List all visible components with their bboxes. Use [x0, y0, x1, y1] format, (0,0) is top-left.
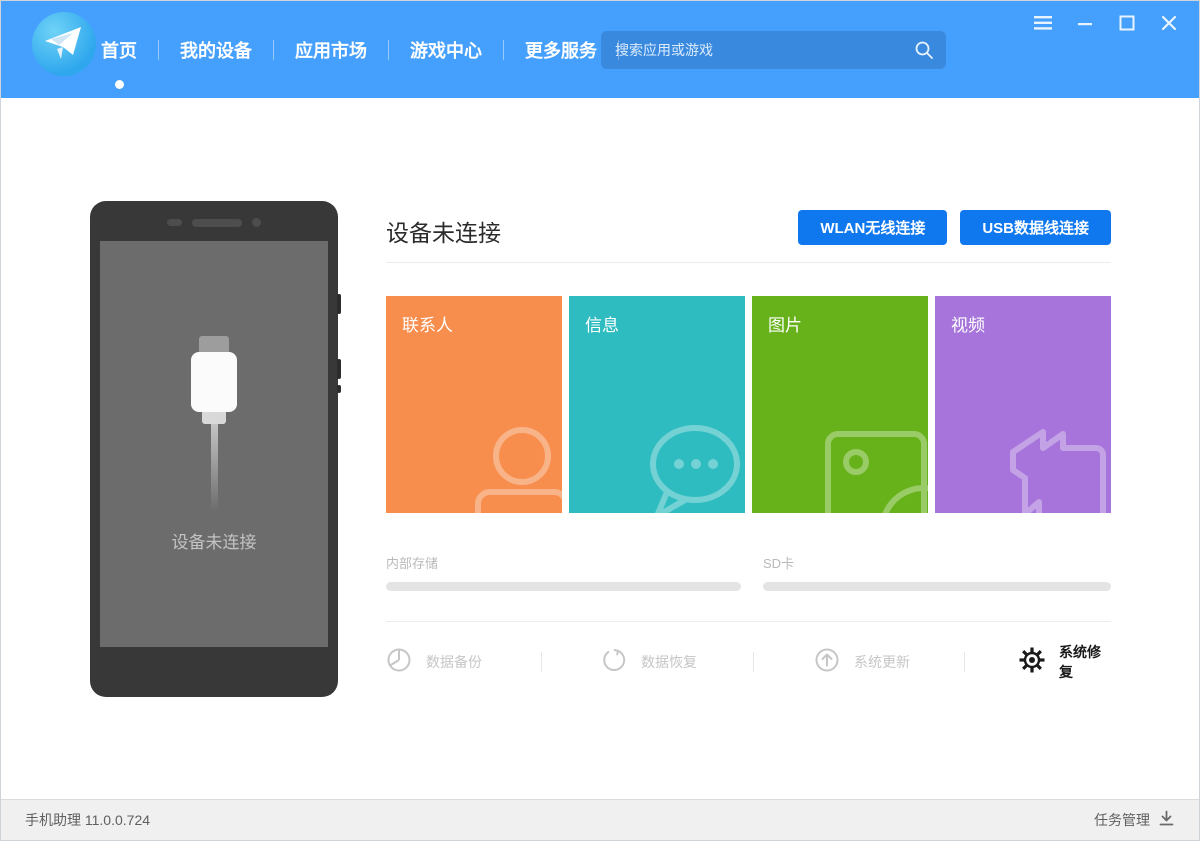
- pictures-icon: [818, 420, 928, 513]
- phone-sensor: [252, 218, 261, 227]
- messages-icon: [633, 418, 745, 513]
- app-logo[interactable]: [32, 12, 96, 76]
- action-separator: [753, 652, 754, 672]
- action-separator: [964, 652, 965, 672]
- nav-label: 首页: [101, 40, 137, 61]
- videos-icon: [999, 418, 1111, 513]
- search-icon[interactable]: [914, 40, 934, 60]
- task-manager-button[interactable]: 任务管理: [1094, 810, 1175, 830]
- main-nav: 首页 我的设备 应用市场 游戏中心 更多服务: [101, 1, 619, 98]
- phone-camera: [167, 219, 182, 226]
- system-update-action[interactable]: 系统更新: [814, 638, 910, 686]
- sd-card-bar: [763, 582, 1111, 591]
- phone-volume-button: [337, 294, 341, 314]
- phone-illustration: 设备未连接: [90, 201, 341, 697]
- search-box: [601, 31, 946, 69]
- action-label: 系统更新: [854, 654, 910, 670]
- menu-icon[interactable]: [1033, 13, 1053, 33]
- nav-label: 更多服务: [525, 40, 597, 61]
- wlan-connect-button[interactable]: WLAN无线连接: [798, 210, 948, 245]
- phone-side-key: [337, 385, 341, 393]
- phone-screen: 设备未连接: [100, 241, 328, 647]
- app-version-text: 手机助理 11.0.0.724: [25, 812, 151, 828]
- usb-connect-button[interactable]: USB数据线连接: [960, 210, 1111, 245]
- phone-power-button: [337, 359, 341, 379]
- connection-status-title: 设备未连接: [386, 220, 501, 246]
- action-label: 系统修复: [1059, 644, 1101, 680]
- tile-label: 图片: [768, 316, 802, 335]
- data-restore-action[interactable]: 数据恢复: [601, 638, 697, 686]
- maximize-icon[interactable]: [1117, 13, 1137, 33]
- repair-gear-icon: [1019, 647, 1045, 678]
- nav-item-home[interactable]: 首页: [101, 37, 158, 89]
- tile-label: 信息: [585, 316, 619, 335]
- phone-bezel: [90, 218, 338, 227]
- action-separator: [541, 652, 542, 672]
- system-repair-action[interactable]: 系统修复: [1019, 638, 1111, 686]
- app-header: 首页 我的设备 应用市场 游戏中心 更多服务: [1, 1, 1199, 98]
- minimize-icon[interactable]: [1075, 13, 1095, 33]
- close-icon[interactable]: [1159, 13, 1179, 33]
- active-nav-dot: [115, 79, 124, 89]
- data-backup-action[interactable]: 数据备份: [386, 638, 482, 686]
- action-label: 数据恢复: [641, 654, 697, 670]
- app-window: 首页 我的设备 应用市场 游戏中心 更多服务 搜索应用或游戏 设备未连接 设备未…: [0, 0, 1200, 841]
- phone-speaker: [192, 218, 242, 227]
- window-controls: [1033, 13, 1179, 33]
- tile-label: 联系人: [402, 316, 453, 335]
- main-content: 设备未连接 设备未连接 WLAN无线连接 USB数据线连接 联系人 信息 图片 …: [1, 98, 1199, 801]
- nav-item-my-device[interactable]: 我的设备: [159, 37, 273, 63]
- system-update-icon: [814, 647, 840, 678]
- restore-icon: [601, 647, 627, 678]
- tile-label: 视频: [951, 316, 985, 335]
- action-label: 数据备份: [426, 654, 482, 670]
- search-input[interactable]: [601, 31, 914, 69]
- divider: [386, 621, 1111, 622]
- tool-actions: 数据备份 数据恢复 系统更新 系统修复: [386, 638, 1111, 686]
- internal-storage-label: 内部存储: [386, 556, 439, 571]
- tile-messages[interactable]: 信息: [569, 296, 745, 513]
- nav-label: 我的设备: [180, 40, 252, 61]
- task-manager-label: 任务管理: [1094, 812, 1150, 828]
- download-icon: [1158, 810, 1175, 830]
- nav-item-app-market[interactable]: 应用市场: [274, 37, 388, 63]
- tile-pictures[interactable]: 图片: [752, 296, 928, 513]
- tile-videos[interactable]: 视频: [935, 296, 1111, 513]
- connect-buttons: WLAN无线连接 USB数据线连接: [798, 210, 1111, 245]
- nav-item-game-center[interactable]: 游戏中心: [389, 37, 503, 63]
- internal-storage-bar: [386, 582, 741, 591]
- tile-contacts[interactable]: 联系人: [386, 296, 562, 513]
- nav-label: 游戏中心: [410, 40, 482, 61]
- contacts-icon: [456, 422, 562, 513]
- device-panel: 设备未连接 WLAN无线连接 USB数据线连接 联系人 信息 图片 视频 内部存…: [386, 98, 1111, 801]
- sd-card-label: SD卡: [763, 556, 795, 571]
- phone-status-text: 设备未连接: [171, 533, 257, 552]
- status-bar: 手机助理 11.0.0.724 任务管理: [1, 799, 1199, 840]
- paper-plane-icon: [45, 27, 81, 59]
- divider: [386, 262, 1111, 263]
- usb-plug-icon: [191, 336, 237, 512]
- nav-label: 应用市场: [295, 40, 367, 61]
- category-tiles: 联系人 信息 图片 视频: [386, 296, 1111, 513]
- backup-icon: [386, 647, 412, 678]
